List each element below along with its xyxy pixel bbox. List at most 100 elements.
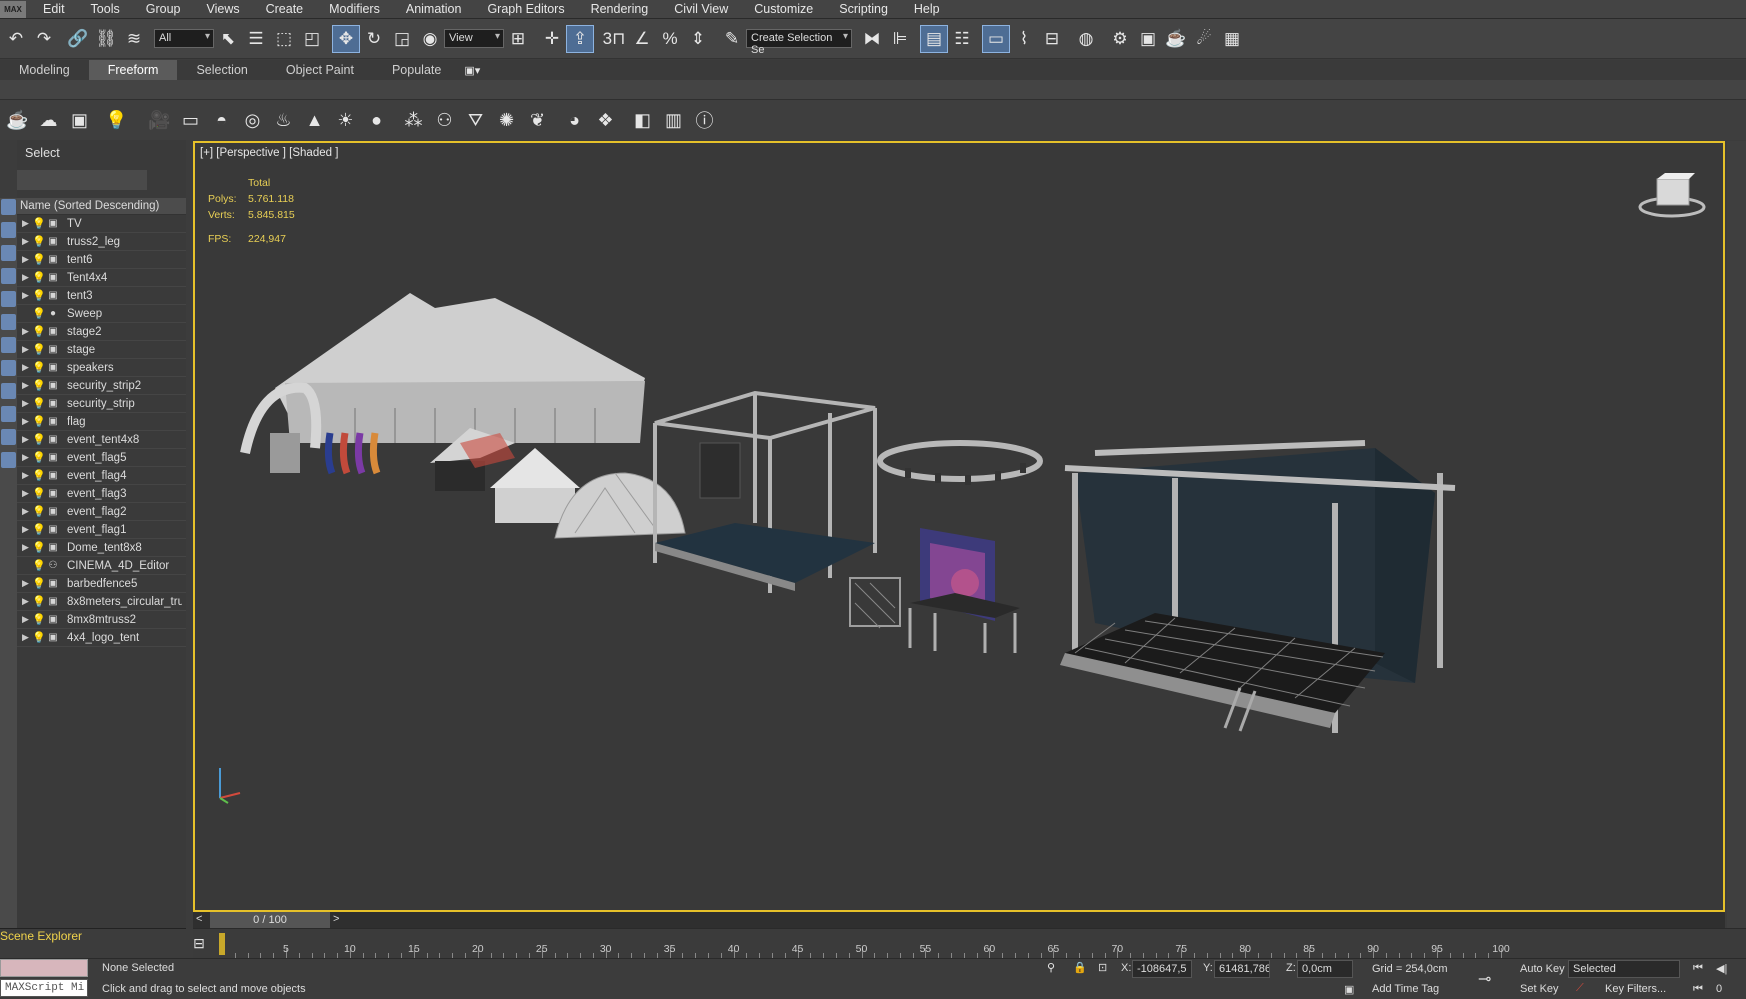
grass-icon[interactable]: ❦	[522, 106, 553, 134]
hide-toggle-icon[interactable]: 💡	[32, 595, 46, 608]
explorer-row[interactable]: ▶ 💡 ▣ speakers	[17, 359, 186, 377]
select-object-icon[interactable]: ⬉	[214, 25, 242, 53]
schematic-view-icon[interactable]: ⊟	[1038, 25, 1066, 53]
explorer-row[interactable]: ▶ 💡 ▣ security_strip2	[17, 377, 186, 395]
render-icon[interactable]: ▣	[64, 106, 95, 134]
display-cameras-icon[interactable]	[1, 268, 16, 284]
proxy-icon[interactable]: ⚇	[429, 106, 460, 134]
hide-toggle-icon[interactable]: 💡	[32, 613, 46, 626]
explorer-row[interactable]: ▶ 💡 ▣ 8mx8mtruss2	[17, 611, 186, 629]
barbed-fence-model[interactable]	[849, 577, 901, 629]
spinner-snap-icon[interactable]: ⇕	[684, 25, 712, 53]
expand-arrow-icon[interactable]: ▶	[22, 236, 32, 247]
render-elements-icon[interactable]: ◧	[627, 106, 658, 134]
explorer-row[interactable]: ▶ 💡 ▣ tent3	[17, 287, 186, 305]
scene-explorer-label[interactable]: Scene Explorer	[0, 926, 82, 943]
menu-help[interactable]: Help	[901, 2, 953, 16]
menu-modifiers[interactable]: Modifiers	[316, 2, 393, 16]
expand-arrow-icon[interactable]: ▶	[22, 578, 32, 589]
edit-named-selection-icon[interactable]: ✎	[718, 25, 746, 53]
add-time-tag[interactable]: Add Time Tag	[1372, 983, 1439, 995]
hide-toggle-icon[interactable]: 💡	[32, 325, 46, 338]
hide-toggle-icon[interactable]: 💡	[32, 415, 46, 428]
expand-arrow-icon[interactable]: ▶	[22, 614, 32, 625]
hide-toggle-icon[interactable]: 💡	[32, 217, 46, 230]
event-tent-model[interactable]	[240, 293, 645, 475]
time-prev-icon[interactable]: <	[196, 913, 202, 925]
menu-graph-editors[interactable]: Graph Editors	[474, 2, 577, 16]
explorer-row[interactable]: ▶ 💡 ▣ security_strip	[17, 395, 186, 413]
speakers-model[interactable]	[699, 442, 741, 499]
auto-key-button[interactable]: Auto Key	[1515, 960, 1567, 978]
explorer-row[interactable]: ▶ 💡 ▣ tent6	[17, 251, 186, 269]
expand-arrow-icon[interactable]: ▶	[22, 380, 32, 391]
expand-arrow-icon[interactable]: ▶	[22, 632, 32, 643]
main-stage-model[interactable]	[1060, 440, 1456, 733]
explorer-row[interactable]: ▶ 💡 ▣ event_flag1	[17, 521, 186, 539]
display-xrefs-icon[interactable]	[1, 360, 16, 376]
render-production-icon[interactable]: ☕	[1162, 25, 1190, 53]
expand-arrow-icon[interactable]: ▶	[22, 596, 32, 607]
display-geometry-icon[interactable]	[1, 199, 16, 215]
percent-snap-icon[interactable]: %	[656, 25, 684, 53]
hide-toggle-icon[interactable]: 💡	[32, 505, 46, 518]
tab-selection[interactable]: Selection	[177, 60, 266, 80]
ribbon-toggle-icon[interactable]: ▭	[982, 24, 1010, 53]
hide-toggle-icon[interactable]: 💡	[32, 451, 46, 464]
expand-arrow-icon[interactable]: ▶	[22, 488, 32, 499]
add-time-tag-icon[interactable]: ▣	[1344, 983, 1354, 996]
explorer-row[interactable]: ▶ 💡 ▣ event_flag5	[17, 449, 186, 467]
explorer-row[interactable]: ▶ 💡 ▣ truss2_leg	[17, 233, 186, 251]
explorer-row[interactable]: ▶ 💡 ▣ Tent4x4	[17, 269, 186, 287]
rendered-frame-window-icon[interactable]: ▣	[1134, 25, 1162, 53]
maxscript-mini-listener[interactable]: MAXScript Mi	[0, 979, 88, 997]
expand-arrow-icon[interactable]: ▶	[22, 362, 32, 373]
rect-selection-icon[interactable]: ⬚	[270, 25, 298, 53]
display-shapes-icon[interactable]	[1, 222, 16, 238]
explorer-row[interactable]: 💡 ● Sweep	[17, 305, 186, 323]
render-iterative-icon[interactable]: ☄	[1190, 25, 1218, 53]
expand-arrow-icon[interactable]: ▶	[22, 452, 32, 463]
render-setup-icon[interactable]: ⚙	[1106, 25, 1134, 53]
tab-populate[interactable]: Populate	[373, 60, 460, 80]
tab-object-paint[interactable]: Object Paint	[267, 60, 373, 80]
menu-views[interactable]: Views	[193, 2, 252, 16]
material-ball-icon[interactable]: ◕	[559, 106, 590, 134]
key-filters-button[interactable]: Key Filters...	[1600, 980, 1680, 998]
frame-buffer-icon[interactable]: ▥	[658, 106, 689, 134]
explorer-row[interactable]: ▶ 💡 ▣ flag	[17, 413, 186, 431]
hide-toggle-icon[interactable]: 💡	[32, 487, 46, 500]
camera-icon[interactable]: 🎥	[144, 106, 175, 134]
material-editor-icon[interactable]: ◍	[1072, 25, 1100, 53]
explorer-row[interactable]: ▶ 💡 ▣ event_flag3	[17, 485, 186, 503]
link-icon[interactable]: 🔗	[64, 25, 92, 53]
display-hidden-icon[interactable]	[1, 452, 16, 468]
explorer-row[interactable]: ▶ 💡 ▣ event_flag4	[17, 467, 186, 485]
hide-toggle-icon[interactable]: 💡	[32, 253, 46, 266]
menu-animation[interactable]: Animation	[393, 2, 475, 16]
key-mode-dropdown[interactable]: Selected	[1568, 960, 1680, 978]
menu-rendering[interactable]: Rendering	[578, 2, 662, 16]
ribbon-options-icon[interactable]: ▣▾	[460, 61, 484, 79]
snaps-toggle-icon[interactable]: 3 ⊓	[600, 25, 628, 53]
display-helpers-icon[interactable]	[1, 291, 16, 307]
hide-toggle-icon[interactable]: 💡	[32, 397, 46, 410]
explorer-row[interactable]: ▶ 💡 ▣ barbedfence5	[17, 575, 186, 593]
display-frozen-icon[interactable]	[1, 429, 16, 445]
select-scale-icon[interactable]: ◲	[388, 25, 416, 53]
multi-material-icon[interactable]: ❖	[590, 106, 621, 134]
explorer-row[interactable]: ▶ 💡 ▣ TV	[17, 215, 186, 233]
expand-arrow-icon[interactable]: ▶	[22, 218, 32, 229]
display-bones-icon[interactable]	[1, 383, 16, 399]
expand-arrow-icon[interactable]: ▶	[22, 524, 32, 535]
tv-model[interactable]	[908, 528, 1020, 653]
x-coord-field[interactable]: -108647,5	[1132, 960, 1192, 978]
expand-arrow-icon[interactable]: ▶	[22, 506, 32, 517]
app-logo[interactable]: MAX	[0, 0, 26, 18]
menu-civil-view[interactable]: Civil View	[661, 2, 741, 16]
dome-tent-model[interactable]	[554, 472, 686, 539]
tab-freeform[interactable]: Freeform	[88, 60, 178, 80]
explorer-row[interactable]: ▶ 💡 ▣ event_flag2	[17, 503, 186, 521]
select-rotate-icon[interactable]: ↻	[360, 25, 388, 53]
expand-arrow-icon[interactable]: ▶	[22, 542, 32, 553]
